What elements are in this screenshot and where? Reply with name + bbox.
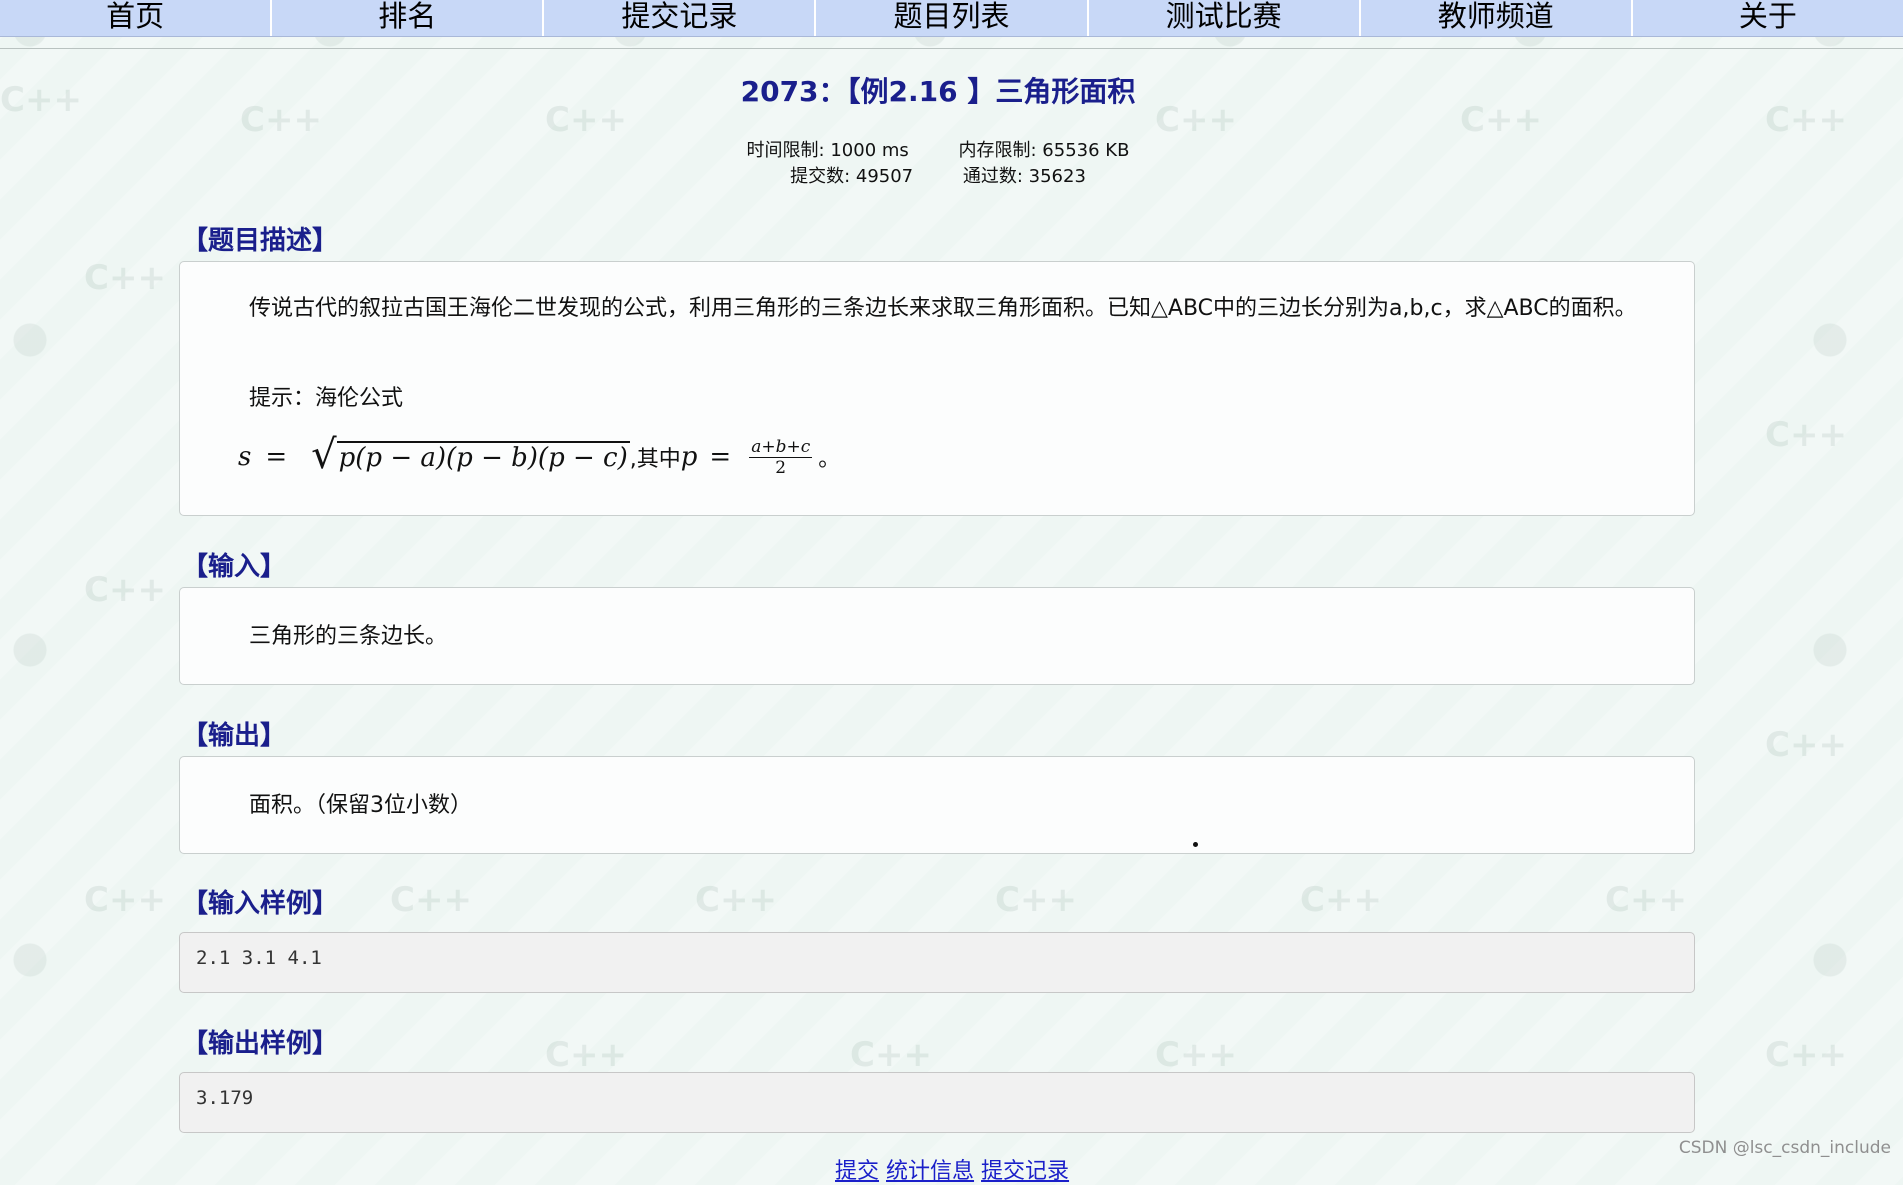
formula-sqrt-body: p(p − a)(p − b)(p − c) [336, 441, 630, 473]
problem-meta: 时间限制: 1000 ms 内存限制: 65536 KB 提交数: 49507 … [0, 138, 1876, 190]
pass-count: 通过数: 35623 [962, 166, 1086, 187]
background-watermark: C++ [995, 880, 1077, 920]
output-text: 面积。（保留3位小数） [249, 793, 472, 818]
heron-formula: s = √ p(p − a)(p − b)(p − c) ,其中 p = a+b… [238, 432, 841, 478]
description-text: 传说古代的叙拉古国王海伦二世发现的公式，利用三角形的三条边长来求取三角形面积。已… [249, 296, 1637, 321]
background-watermark: C++ [84, 258, 166, 298]
time-limit: 时间限制: 1000 ms [746, 140, 909, 161]
background-watermark: C++ [1765, 415, 1847, 455]
nav-divider [0, 48, 1903, 49]
sample-output-box[interactable]: 3.179 [179, 1072, 1695, 1133]
background-watermark: C++ [695, 880, 777, 920]
output-box: 面积。（保留3位小数） [179, 756, 1695, 854]
background-watermark: C++ [390, 880, 472, 920]
csdn-credit: CSDN @lsc_csdn_include [1678, 1138, 1891, 1158]
description-heading: 【题目描述】 [182, 226, 339, 256]
sqrt-icon: √ [311, 432, 337, 478]
sample-input-heading: 【输入样例】 [182, 889, 339, 919]
formula-end: 。 [818, 447, 841, 472]
nav-about[interactable]: 关于 [1633, 0, 1903, 36]
nav-submissions[interactable]: 提交记录 [544, 0, 817, 36]
input-box: 三角形的三条边长。 [179, 587, 1695, 685]
formula-equals: = [265, 442, 288, 472]
sample-input-text: 2.1 3.1 4.1 [196, 947, 322, 969]
problem-title: 2073：【例2.16 】三角形面积 [740, 75, 1136, 108]
background-watermark: C++ [1155, 1035, 1237, 1075]
submit-link[interactable]: 提交 [835, 1159, 879, 1184]
input-heading: 【输入】 [182, 552, 287, 582]
output-heading: 【输出】 [182, 721, 287, 751]
sample-input-box[interactable]: 2.1 3.1 4.1 [179, 932, 1695, 993]
nav-home[interactable]: 首页 [0, 0, 273, 36]
formula-fraction: a+b+c 2 [749, 436, 813, 478]
fraction-numerator: a+b+c [749, 436, 813, 458]
formula-lhs: s [238, 442, 252, 472]
records-link[interactable]: 提交记录 [981, 1159, 1069, 1184]
submit-count: 提交数: 49507 [790, 166, 914, 187]
cursor-dot [1193, 842, 1198, 847]
sample-output-heading: 【输出样例】 [182, 1029, 339, 1059]
background-watermark: C++ [1605, 880, 1687, 920]
sample-output-text: 3.179 [196, 1087, 254, 1109]
background-watermark: C++ [1765, 725, 1847, 765]
background-watermark: C++ [1300, 880, 1382, 920]
background-watermark: C++ [84, 570, 166, 610]
top-nav: 首页 排名 提交记录 题目列表 测试比赛 教师频道 关于 [0, 0, 1903, 37]
nav-teacher-channel[interactable]: 教师频道 [1361, 0, 1633, 36]
nav-problem-list[interactable]: 题目列表 [816, 0, 1089, 36]
background-watermark: C++ [545, 1035, 627, 1075]
input-text: 三角形的三条边长。 [249, 624, 448, 649]
formula-p: p [680, 442, 698, 472]
description-box: 传说古代的叙拉古国王海伦二世发现的公式，利用三角形的三条边长来求取三角形面积。已… [179, 261, 1695, 516]
nav-contests[interactable]: 测试比赛 [1089, 0, 1361, 36]
nav-ranking[interactable]: 排名 [272, 0, 545, 36]
memory-limit: 内存限制: 65536 KB [958, 140, 1130, 161]
stats-link[interactable]: 统计信息 [886, 1159, 974, 1184]
hint-text: 提示：海伦公式 [249, 386, 404, 411]
bottom-links: 提交 统计信息 提交记录 [835, 1153, 1069, 1185]
background-watermark: C++ [84, 880, 166, 920]
background-watermark: C++ [1765, 1035, 1847, 1075]
background-watermark: C++ [850, 1035, 932, 1075]
fraction-denominator: 2 [775, 457, 787, 478]
formula-mid-text: ,其中 [629, 447, 681, 472]
